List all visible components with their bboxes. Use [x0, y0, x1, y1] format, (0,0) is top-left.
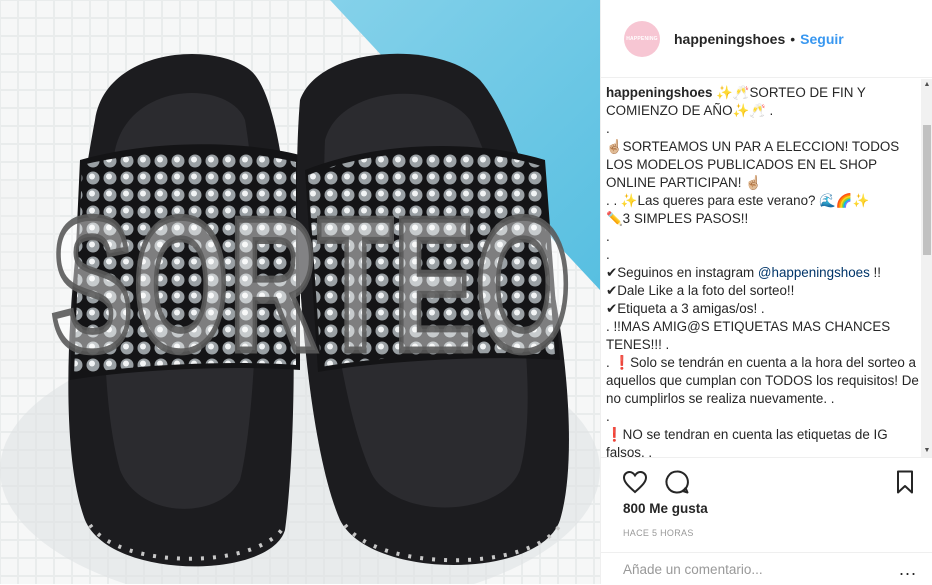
action-bar [601, 457, 932, 506]
caption-fake-accounts: ❗NO se tendran en cuenta las etiquetas d… [606, 427, 892, 457]
caption-line-1: . [606, 121, 610, 136]
caption-line-4: ✏️3 SIMPLES PASOS!! [606, 211, 749, 226]
follow-button[interactable]: Seguir [800, 31, 844, 47]
likes-count[interactable]: 800 Me gusta [623, 501, 708, 516]
caption-requirements: . ❗Solo se tendrán en cuenta a la hora d… [606, 355, 919, 406]
caption-line-2: ☝🏼SORTEAMOS UN PAR A ELECCION! TODOS LOS… [606, 139, 903, 190]
post-image[interactable]: SORTEO [0, 0, 600, 584]
sorteo-overlay-text: SORTEO [48, 188, 575, 378]
mention-link[interactable]: @happeningshoes [758, 265, 870, 280]
post-details-panel: HAPPENING happeningshoes • Seguir happen… [600, 0, 932, 584]
comment-bar: ... [601, 552, 932, 585]
caption-dot: . [606, 409, 610, 424]
caption-step-like: ✔Dale Like a la foto del sorteo!! [606, 283, 795, 298]
follow-step-prefix: ✔Seguinos en instagram [606, 265, 758, 280]
more-options-icon[interactable]: ... [899, 559, 917, 580]
scroll-down-arrow-icon[interactable]: ▼ [921, 445, 932, 457]
post-timestamp[interactable]: HACE 5 HORAS [623, 528, 694, 538]
caption-area: happeningshoes ✨🥂SORTEO DE FIN Y COMIENZ… [601, 79, 932, 457]
bookmark-icon[interactable] [891, 468, 919, 496]
avatar-text: HAPPENING [626, 35, 658, 42]
follow-step-suffix: !! [869, 265, 881, 280]
heart-icon[interactable] [621, 468, 649, 496]
caption-line-5: . [606, 229, 610, 244]
avatar[interactable]: HAPPENING [624, 20, 660, 57]
caption-line-6: . [606, 247, 610, 262]
comment-icon[interactable] [663, 468, 691, 496]
post-header: HAPPENING happeningshoes • Seguir [601, 0, 932, 78]
scrollbar-thumb[interactable] [923, 125, 931, 255]
scroll-up-arrow-icon[interactable]: ▲ [921, 79, 932, 91]
comment-input[interactable] [623, 562, 883, 577]
caption-line-3: . . ✨Las queres para este verano? 🌊🌈✨ [606, 193, 870, 208]
caption-username[interactable]: happeningshoes [606, 85, 712, 100]
header-username[interactable]: happeningshoes [674, 31, 785, 47]
caption-step-tag: ✔Etiqueta a 3 amigas/os! . [606, 301, 765, 316]
header-separator: • [790, 30, 796, 47]
caption-text: happeningshoes ✨🥂SORTEO DE FIN Y COMIENZ… [601, 79, 932, 457]
caption-scrollbar[interactable]: ▲ ▼ [921, 79, 932, 457]
caption-more-friends: . !!MAS AMIG@S ETIQUETAS MAS CHANCES TEN… [606, 319, 894, 352]
svg-text:SORTEO: SORTEO [51, 188, 571, 378]
